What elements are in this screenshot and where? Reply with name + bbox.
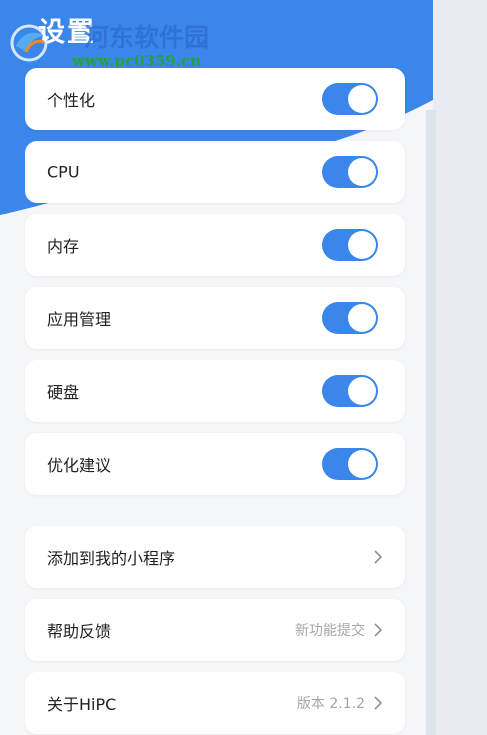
feedback-hint: 新功能提交 — [295, 623, 365, 639]
setting-label: 应用管理 — [47, 310, 112, 329]
version-text: 版本 2.1.2 — [296, 696, 365, 712]
setting-row-personalize[interactable]: 个性化 — [25, 68, 405, 130]
toggle-knob — [348, 304, 376, 332]
phone-edge — [426, 110, 436, 735]
setting-label: 优化建议 — [47, 456, 112, 475]
add-to-mini-program-row[interactable]: 添加到我的小程序 — [25, 526, 405, 588]
about-row[interactable]: 关于HiPC 版本 2.1.2 — [25, 672, 405, 734]
toggle-knob — [348, 158, 376, 186]
toggle-knob — [348, 450, 376, 478]
link-label: 帮助反馈 — [47, 622, 112, 641]
setting-label: 硬盘 — [47, 383, 80, 402]
setting-label: 内存 — [47, 237, 80, 256]
optimization-toggle[interactable] — [322, 448, 378, 480]
toggle-knob — [348, 377, 376, 405]
chevron-right-icon — [374, 623, 383, 637]
help-feedback-row[interactable]: 帮助反馈 新功能提交 — [25, 599, 405, 661]
setting-row-cpu[interactable]: CPU — [25, 141, 405, 203]
link-label: 关于HiPC — [47, 695, 117, 714]
toggle-knob — [348, 85, 376, 113]
toggle-knob — [348, 231, 376, 259]
setting-label: 个性化 — [47, 91, 96, 110]
memory-toggle[interactable] — [322, 229, 378, 261]
setting-row-optimization[interactable]: 优化建议 — [25, 433, 405, 495]
setting-label: CPU — [47, 162, 80, 182]
link-label: 添加到我的小程序 — [47, 549, 176, 568]
personalize-toggle[interactable] — [322, 83, 378, 115]
page-title: 设置 — [38, 17, 96, 48]
app-management-toggle[interactable] — [322, 302, 378, 334]
chevron-right-icon — [374, 550, 383, 564]
chevron-right-icon — [374, 696, 383, 710]
setting-row-disk[interactable]: 硬盘 — [25, 360, 405, 422]
setting-row-memory[interactable]: 内存 — [25, 214, 405, 276]
cpu-toggle[interactable] — [322, 156, 378, 188]
disk-toggle[interactable] — [322, 375, 378, 407]
setting-row-app-management[interactable]: 应用管理 — [25, 287, 405, 349]
settings-screen: 设置 河东软件园 www.pc0359.cn 个性化 CPU 内存 应用管理 硬… — [0, 0, 433, 735]
